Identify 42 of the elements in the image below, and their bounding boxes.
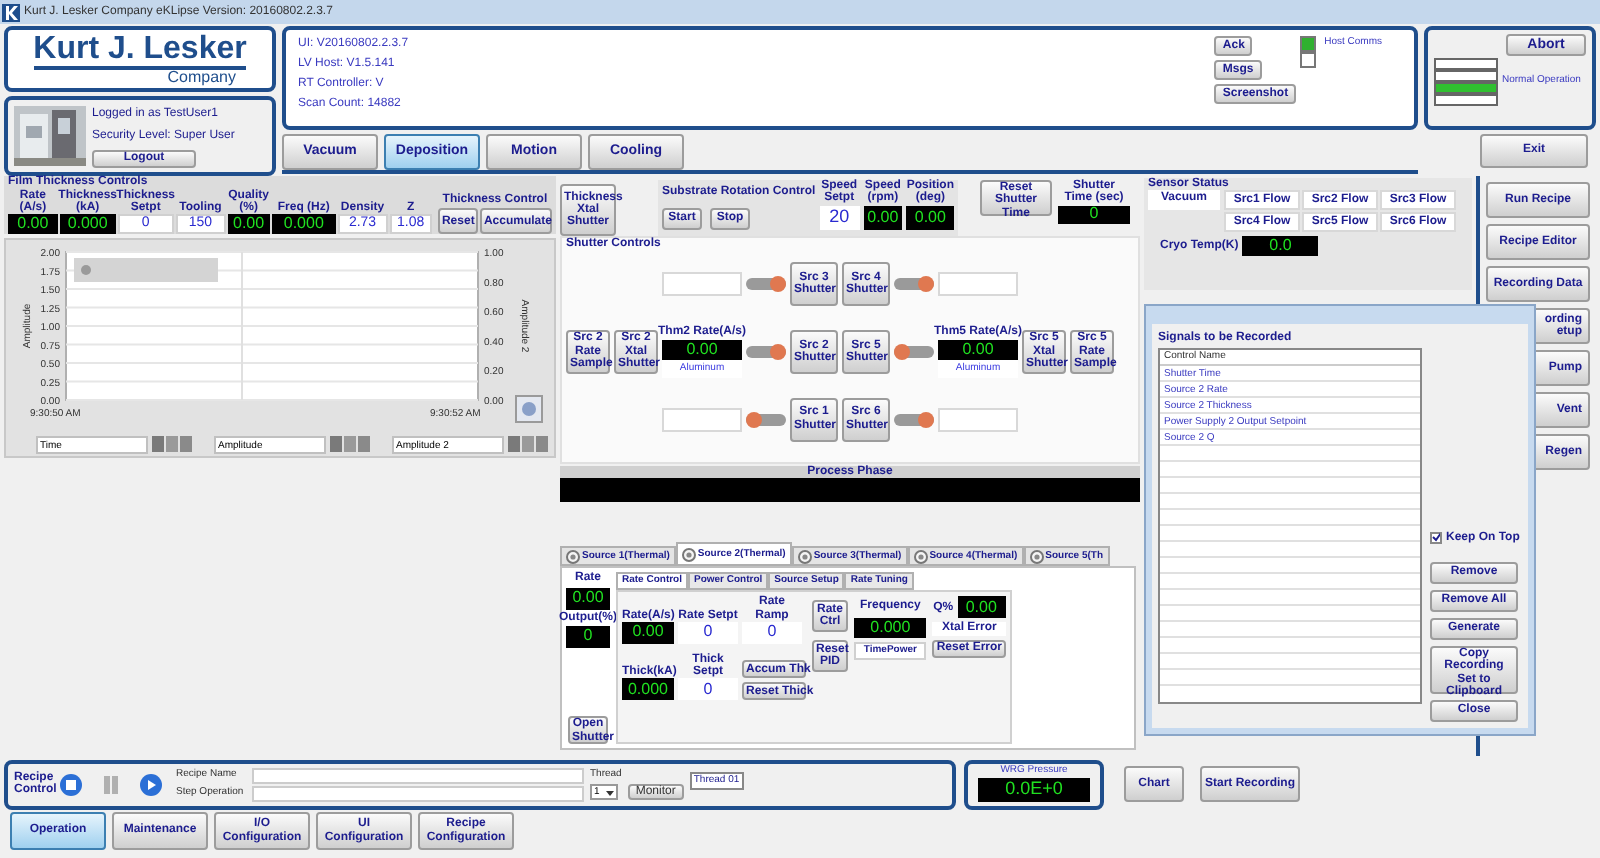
value-display: 0.00 xyxy=(938,339,1018,360)
value-display: 0.00 xyxy=(566,587,610,610)
value-display: 0.000 xyxy=(622,678,674,701)
axis-format-icon[interactable] xyxy=(152,436,192,453)
value-display: 0.00 xyxy=(863,205,903,230)
rate-field xyxy=(662,272,742,297)
value-display: 0.00 xyxy=(906,205,954,230)
value-field[interactable]: 0 xyxy=(678,621,738,644)
value-field[interactable]: 20 xyxy=(819,205,859,230)
value-display: 0.00 xyxy=(957,596,1006,619)
value-display: 0 xyxy=(1058,205,1130,224)
graph-tool-icon[interactable] xyxy=(515,395,543,424)
axis-format-icon[interactable] xyxy=(508,436,548,453)
value-display: 0 xyxy=(566,625,610,648)
value-display: 0.0E+0 xyxy=(978,778,1090,802)
value-display: 0.00 xyxy=(8,214,58,235)
pause-icon[interactable] xyxy=(100,773,122,795)
value-display: 0.000 xyxy=(59,214,116,235)
app-logo-icon xyxy=(2,3,20,21)
rate-field xyxy=(662,407,742,432)
rate-field xyxy=(938,272,1018,297)
value-display: 0.00 xyxy=(622,621,674,644)
logo-name: Kurt J. Lesker xyxy=(33,33,247,69)
step-operation-field[interactable] xyxy=(252,785,584,801)
play-icon[interactable] xyxy=(140,773,162,795)
keep-on-top-checkbox[interactable] xyxy=(1430,531,1442,544)
value-field[interactable]: 0 xyxy=(742,621,802,644)
value-display: 0.0 xyxy=(1242,236,1319,257)
caret-icon xyxy=(606,786,614,801)
legend-box xyxy=(74,258,218,283)
legend-dot-icon xyxy=(81,265,91,276)
rate-field xyxy=(938,407,1018,432)
axis-format-icon[interactable] xyxy=(330,436,370,453)
value-display: 0.00 xyxy=(662,339,742,360)
value-display: 0.00 xyxy=(227,214,270,235)
source-icon xyxy=(681,547,696,562)
value-field[interactable]: 0 xyxy=(678,678,738,701)
logo-subtitle: Company xyxy=(167,69,236,85)
value-display: 0.000 xyxy=(854,617,927,638)
stop-icon[interactable] xyxy=(60,773,82,795)
recipe-name-field[interactable] xyxy=(252,767,584,783)
value-display: 0.000 xyxy=(271,214,336,235)
